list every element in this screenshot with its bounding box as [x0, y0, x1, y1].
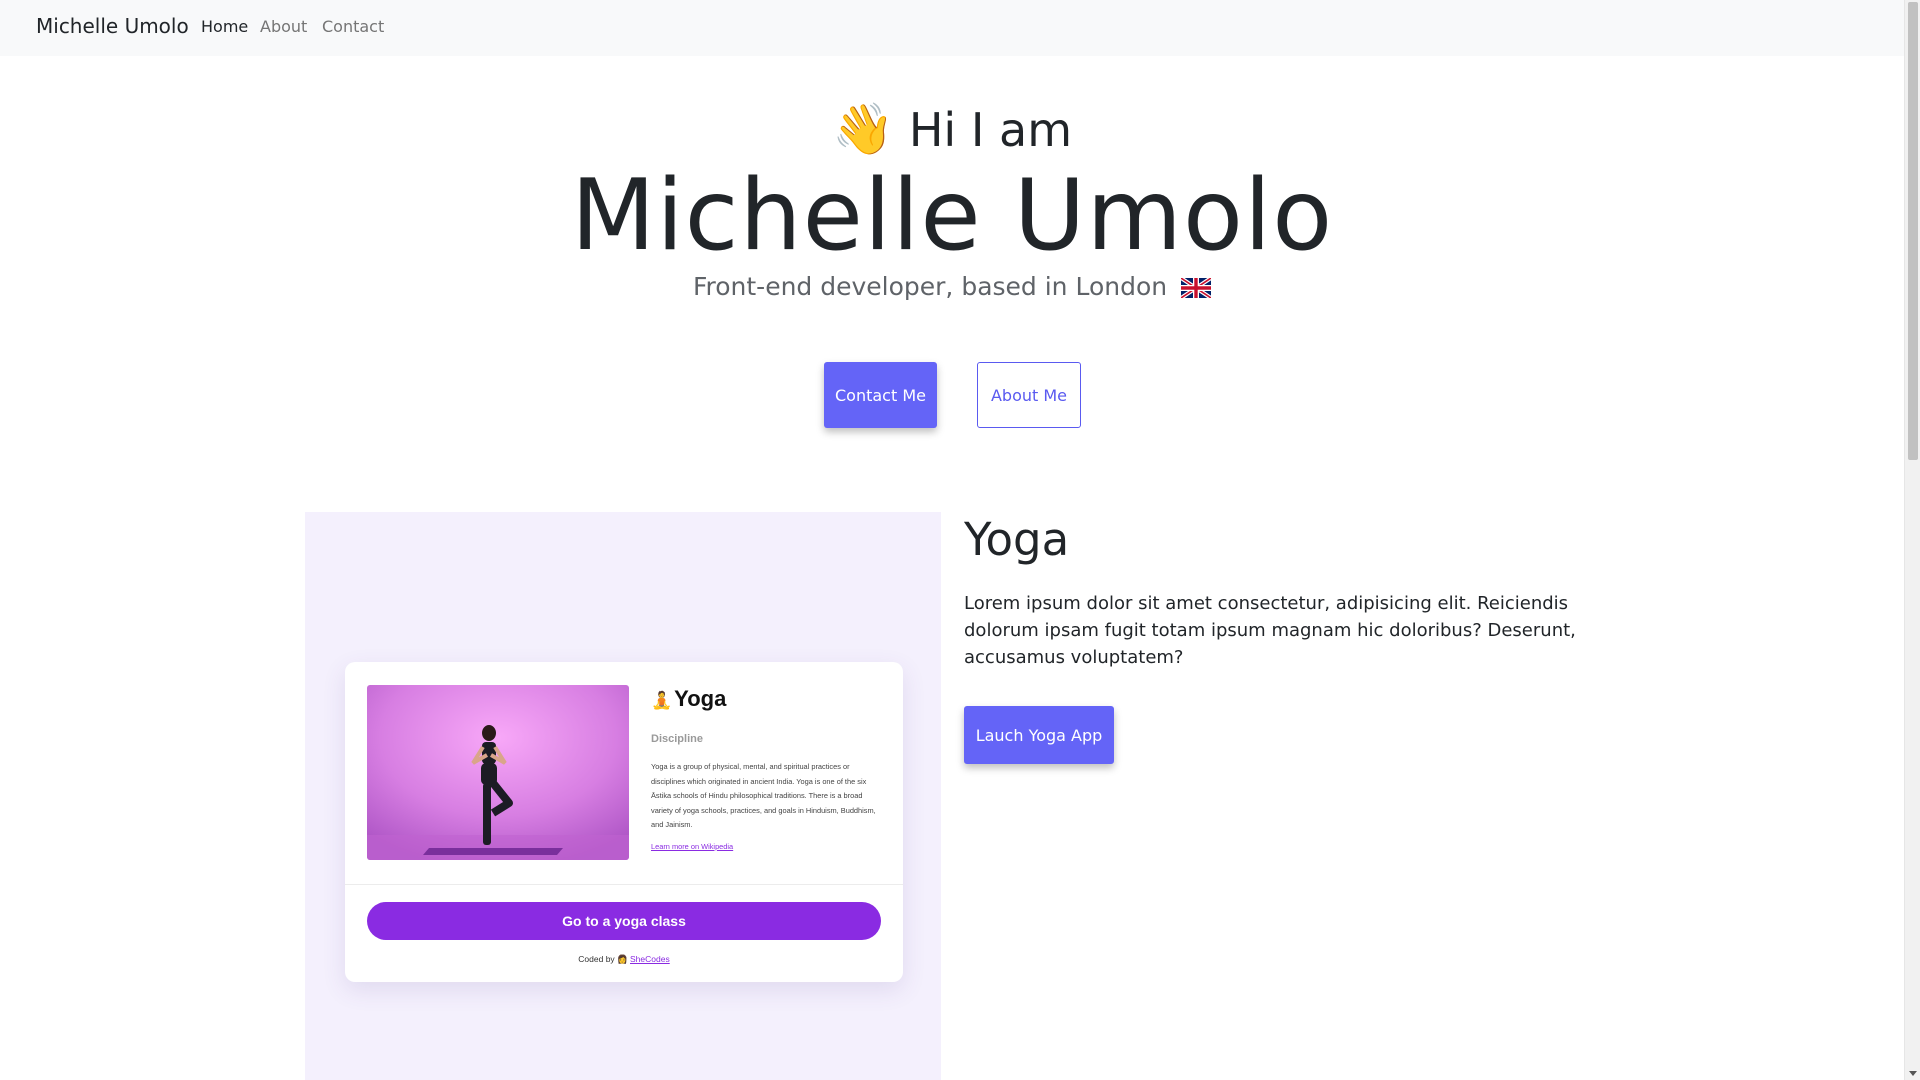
- project-preview-panel: 🧘Yoga Discipline Yoga is a group of phys…: [305, 512, 941, 1080]
- uk-flag-icon: [1181, 278, 1212, 298]
- launch-yoga-app-button[interactable]: Lauch Yoga App: [964, 706, 1114, 764]
- shecodes-link[interactable]: SheCodes: [630, 954, 670, 964]
- about-me-button[interactable]: About Me: [977, 362, 1081, 428]
- nav-link-home[interactable]: Home: [201, 17, 248, 36]
- greeting-text: Hi I am: [908, 103, 1073, 157]
- yoga-preview-title: 🧘Yoga: [651, 686, 726, 712]
- meditation-icon: 🧘: [651, 691, 673, 710]
- nav-link-contact[interactable]: Contact: [322, 17, 384, 36]
- waving-hand-icon: 👋: [831, 100, 895, 158]
- wikipedia-link[interactable]: Learn more on Wikipedia: [651, 842, 733, 851]
- woman-icon: 👩: [617, 954, 628, 964]
- discipline-label: Discipline: [651, 733, 703, 745]
- coded-by-text: Coded by: [578, 954, 615, 964]
- scroll-down-arrow-icon[interactable]: [1909, 1071, 1917, 1076]
- scrollbar-thumb[interactable]: [1908, 2, 1918, 460]
- page-scrollbar[interactable]: [1904, 0, 1920, 1080]
- project-title: Yoga: [964, 513, 1070, 566]
- yoga-class-button[interactable]: Go to a yoga class: [367, 902, 881, 940]
- coded-by-footer: Coded by 👩 SheCodes: [345, 954, 903, 965]
- navbar-brand[interactable]: Michelle Umolo: [36, 14, 189, 38]
- yoga-description: Yoga is a group of physical, mental, and…: [651, 762, 876, 829]
- project-description: Lorem ipsum dolor sit amet consectetur, …: [964, 593, 1576, 668]
- contact-me-button[interactable]: Contact Me: [824, 362, 937, 428]
- yoga-pose-image: [367, 685, 629, 860]
- nav-link-about[interactable]: About: [260, 17, 307, 36]
- subtitle-text: Front-end developer, based in London: [692, 272, 1168, 301]
- yoga-app-preview-card: 🧘Yoga Discipline Yoga is a group of phys…: [345, 662, 903, 982]
- yoga-title-text: Yoga: [674, 686, 727, 711]
- hero-greeting: 👋 Hi I am: [0, 100, 1904, 159]
- hero-subtitle: Front-end developer, based in London: [0, 270, 1904, 304]
- card-divider: [345, 884, 903, 885]
- navbar: Michelle Umolo Home About Contact: [0, 0, 1904, 56]
- hero-name: Michelle Umolo: [570, 159, 1334, 273]
